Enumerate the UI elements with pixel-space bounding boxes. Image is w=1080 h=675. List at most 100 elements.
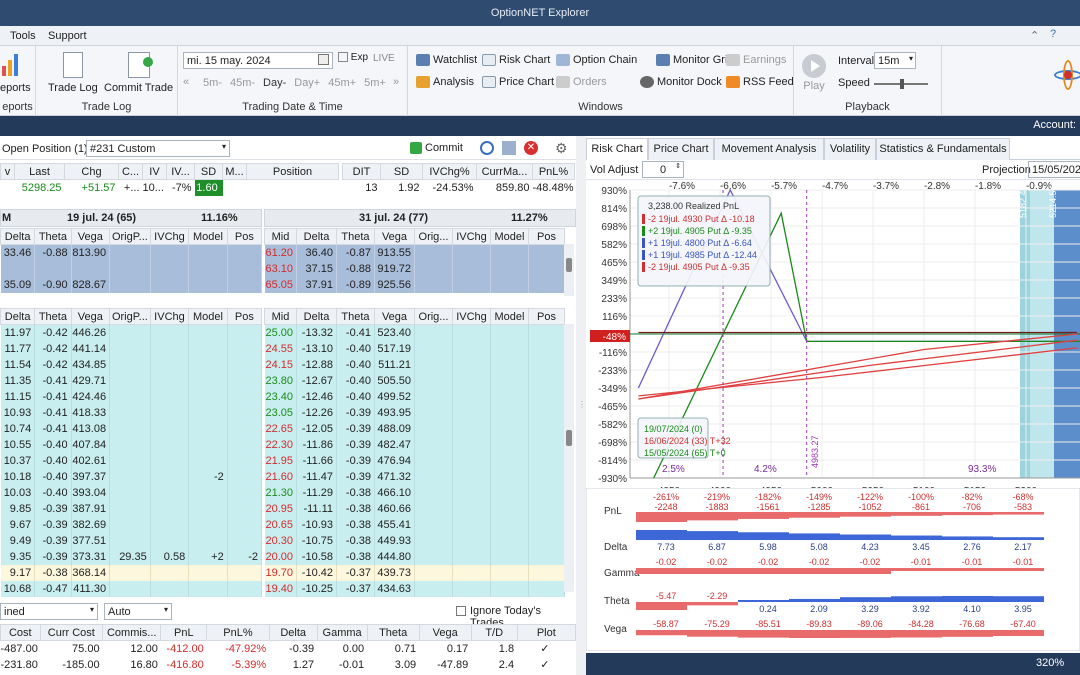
- tab-movement-analysis[interactable]: Movement Analysis: [714, 138, 824, 160]
- chain-row[interactable]: 21.30 -11.29 -0.38 466.10: [264, 484, 565, 501]
- chain-row[interactable]: 25.00 -13.32 -0.41 523.40: [264, 324, 565, 341]
- chain-row[interactable]: 11.15 -0.41 424.46: [0, 388, 263, 405]
- trade-log-button[interactable]: Trade Log: [48, 52, 98, 94]
- chain-row[interactable]: 9.49 -0.39 377.51: [0, 532, 263, 549]
- rss-feed-button[interactable]: RSS Feed: [726, 76, 794, 89]
- chain-row[interactable]: [0, 260, 263, 277]
- exp-toggle[interactable]: Exp: [338, 52, 368, 63]
- step-day-back[interactable]: Day-: [263, 77, 286, 89]
- chain-cell: -10.75: [296, 532, 337, 549]
- step-5m-back[interactable]: 5m-: [203, 77, 222, 89]
- chain-row[interactable]: 9.17 -0.38 368.14: [0, 564, 263, 581]
- chain-row[interactable]: 22.65 -12.05 -0.39 488.09: [264, 420, 565, 437]
- watchlist-button[interactable]: Watchlist: [416, 54, 477, 67]
- chain-row[interactable]: 10.18 -0.40 397.37 -2: [0, 468, 263, 485]
- chain-row[interactable]: 24.55 -13.10 -0.40 517.19: [264, 340, 565, 357]
- plot-checkbox[interactable]: ✓: [517, 641, 575, 657]
- chain-row[interactable]: 9.67 -0.39 382.69: [0, 516, 263, 533]
- reports-button[interactable]: eports: [0, 54, 31, 94]
- monitor-grid-button[interactable]: Monitor Grid: [656, 54, 734, 67]
- chain-row[interactable]: 20.30 -10.75 -0.38 449.93: [264, 532, 565, 549]
- chain-row[interactable]: 11.77 -0.42 441.14: [0, 340, 263, 357]
- greek-bar: [993, 596, 1044, 602]
- step-back-icon[interactable]: «: [183, 76, 189, 88]
- menu-support[interactable]: Support: [48, 30, 87, 42]
- chain-row[interactable]: 11.35 -0.41 429.71: [0, 372, 263, 389]
- commit-button[interactable]: Commit: [410, 142, 463, 155]
- help-icon[interactable]: ?: [1050, 28, 1056, 40]
- group-select[interactable]: ined ▾: [0, 603, 98, 620]
- chain-row[interactable]: 21.95 -11.66 -0.39 476.94: [264, 452, 565, 469]
- chain-row[interactable]: 20.65 -10.93 -0.38 455.41: [264, 516, 565, 533]
- trading-date-input[interactable]: mi. 15 may. 2024: [183, 52, 333, 69]
- orders-button[interactable]: Orders: [556, 76, 607, 89]
- chain-row[interactable]: 21.60 -11.47 -0.39 471.32: [264, 468, 565, 485]
- tab-volatility[interactable]: Volatility: [824, 138, 876, 160]
- risk-chart[interactable]: -7.6% -6.6% -5.7% -4.7% -3.7% -2.8% -1.8% -0.9%…: [586, 180, 1080, 526]
- chain-row[interactable]: 20.00 -10.58 -0.38 444.80: [264, 548, 565, 565]
- grid-settings-icon[interactable]: [502, 141, 516, 155]
- chain-row[interactable]: 10.37 -0.40 402.61: [0, 452, 263, 469]
- search-icon[interactable]: [480, 141, 494, 155]
- chain-row[interactable]: 19.40 -10.25 -0.37 434.63: [264, 580, 565, 597]
- chain-row[interactable]: 10.93 -0.41 418.33: [0, 404, 263, 421]
- option-chain-button[interactable]: Option Chain: [556, 54, 637, 67]
- bottom-scrollbar[interactable]: [564, 324, 574, 592]
- step-day-forward[interactable]: Day+: [294, 77, 320, 89]
- chain-row[interactable]: 65.05 37.91 -0.89 925.56: [264, 276, 565, 293]
- chain-row[interactable]: 10.68 -0.47 411.30: [0, 580, 263, 597]
- chain-row[interactable]: 22.30 -11.86 -0.39 482.47: [264, 436, 565, 453]
- top-scrollbar[interactable]: [564, 244, 574, 296]
- trade-row[interactable]: -231.80 -185.00 16.80 -416.80 -5.39% 1.27 -0.0…: [1, 657, 576, 673]
- panel-splitter[interactable]: ⋮: [576, 136, 586, 675]
- chain-row[interactable]: 9.35 -0.39 373.31 29.35 0.58 +2 -2: [0, 548, 263, 565]
- chain-row[interactable]: 9.85 -0.39 387.91: [0, 500, 263, 517]
- menu-tools[interactable]: Tools: [10, 30, 36, 42]
- chain-row[interactable]: 35.09 -0.90 828.67: [0, 276, 263, 293]
- speed-slider[interactable]: [874, 79, 928, 89]
- chain-row[interactable]: 10.55 -0.40 407.84: [0, 436, 263, 453]
- chain-row[interactable]: 10.74 -0.41 413.08: [0, 420, 263, 437]
- chain-row[interactable]: 23.80 -12.67 -0.40 505.50: [264, 372, 565, 389]
- chain-cell: 441.14: [71, 340, 111, 357]
- chain-row[interactable]: 19.70 -10.42 -0.37 439.73: [264, 564, 565, 581]
- tab-price-chart[interactable]: Price Chart: [648, 138, 714, 160]
- position-select[interactable]: #231 Custom ▾: [86, 140, 230, 157]
- commit-trade-button[interactable]: Commit Trade: [104, 52, 173, 94]
- step-45m-back[interactable]: 45m-: [230, 77, 255, 89]
- step-45m-forward[interactable]: 45m+: [328, 77, 356, 89]
- play-button[interactable]: Play: [802, 54, 826, 92]
- chain-row[interactable]: 23.40 -12.46 -0.40 499.52: [264, 388, 565, 405]
- chain-row[interactable]: 11.54 -0.42 434.85: [0, 356, 263, 373]
- chain-row[interactable]: 33.46 -0.88 813.90: [0, 244, 263, 261]
- step-forward-icon[interactable]: »: [393, 76, 399, 88]
- price-chart-button[interactable]: Price Chart: [482, 76, 554, 89]
- chain-row[interactable]: 10.03 -0.40 393.04: [0, 484, 263, 501]
- earnings-button[interactable]: Earnings: [726, 54, 786, 67]
- ignore-trades-checkbox[interactable]: [456, 606, 466, 616]
- trade-row[interactable]: -487.00 75.00 12.00 -412.00 -47.92% -0.39 0.00…: [1, 641, 576, 657]
- plot-checkbox[interactable]: ✓: [517, 657, 575, 673]
- chain-row[interactable]: 23.05 -12.26 -0.39 493.95: [264, 404, 565, 421]
- calendar-icon[interactable]: [318, 54, 329, 65]
- ribbon-collapse-icon[interactable]: ⌃: [1030, 29, 1039, 42]
- chain-row[interactable]: 61.20 36.40 -0.87 913.55: [264, 244, 565, 261]
- interval-select[interactable]: 15m ▾: [874, 52, 916, 69]
- projection-date-input[interactable]: 15/05/2024: [1028, 161, 1080, 178]
- monitor-dock-button[interactable]: Monitor Dock: [640, 76, 722, 89]
- chain-row[interactable]: 20.95 -11.11 -0.38 460.66: [264, 500, 565, 517]
- chain-row[interactable]: 63.10 37.15 -0.88 919.72: [264, 260, 565, 277]
- tab-statistics-fundamentals[interactable]: Statistics & Fundamentals: [876, 138, 1010, 160]
- live-button[interactable]: LIVE: [373, 53, 395, 64]
- chain-row[interactable]: 24.15 -12.88 -0.40 511.21: [264, 356, 565, 373]
- mode-select[interactable]: Auto ▾: [104, 603, 172, 620]
- spinner-icon[interactable]: ⇕: [675, 162, 681, 170]
- gear-icon[interactable]: ⚙: [555, 140, 568, 157]
- tab-risk-chart[interactable]: Risk Chart: [586, 138, 648, 160]
- risk-chart-button[interactable]: Risk Chart: [482, 54, 550, 67]
- analysis-button[interactable]: Analysis: [416, 76, 474, 89]
- close-icon[interactable]: ✕: [524, 141, 538, 155]
- step-5m-forward[interactable]: 5m+: [364, 77, 386, 89]
- vol-adjust-input[interactable]: 0 ⇕: [642, 161, 684, 178]
- chain-row[interactable]: 11.97 -0.42 446.26: [0, 324, 263, 341]
